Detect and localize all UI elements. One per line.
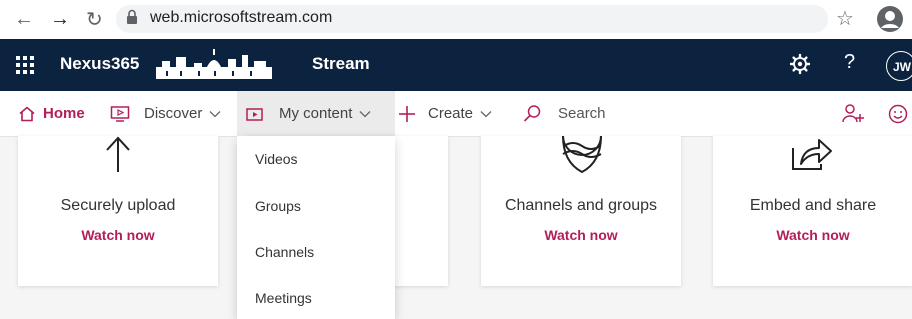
nav-bar: Home Discover My content Create Search <box>0 91 912 137</box>
channels-globe-icon <box>562 136 602 174</box>
upload-arrow-icon <box>106 136 130 172</box>
browser-toolbar: ← → ↻ web.microsoftstream.com ☆ <box>0 0 912 39</box>
card-title: Channels and groups <box>504 197 658 214</box>
org-name: Nexus365 <box>60 54 140 73</box>
watch-now-link[interactable]: Watch now <box>481 227 681 243</box>
app-header: Nexus365 Stream ? JW <box>0 39 912 91</box>
menu-item-channels[interactable]: Channels <box>255 244 314 260</box>
bookmark-star-icon[interactable]: ☆ <box>836 6 854 31</box>
search-icon <box>523 104 541 122</box>
forward-icon[interactable]: → <box>50 6 70 32</box>
menu-item-videos[interactable]: Videos <box>255 151 298 167</box>
org-logo <box>156 49 272 79</box>
user-avatar[interactable]: JW <box>886 51 912 81</box>
menu-item-meetings[interactable]: Meetings <box>255 290 312 306</box>
plus-icon <box>399 105 415 122</box>
nav-home-label: Home <box>43 105 85 122</box>
nav-my-content[interactable]: My content <box>237 91 395 136</box>
settings-gear-icon[interactable] <box>788 52 812 76</box>
card-title: Embed and share <box>749 197 877 214</box>
watch-now-link[interactable]: Watch now <box>18 227 218 243</box>
card-channels-groups[interactable]: Channels and groups Watch now <box>481 136 681 286</box>
add-person-icon[interactable] <box>842 103 864 125</box>
discover-icon <box>110 105 130 122</box>
feedback-smiley-icon[interactable] <box>888 104 908 124</box>
nav-discover[interactable]: Discover <box>110 91 221 136</box>
help-icon[interactable]: ? <box>844 51 855 74</box>
url-text[interactable]: web.microsoftstream.com <box>150 9 332 27</box>
nav-create[interactable]: Create <box>398 91 492 136</box>
nav-discover-label: Discover <box>144 105 203 122</box>
back-icon[interactable]: ← <box>14 6 34 32</box>
chevron-down-icon <box>209 105 221 122</box>
home-icon <box>19 105 35 121</box>
search-input[interactable]: Search <box>558 105 606 122</box>
chevron-down-icon <box>359 105 371 122</box>
share-icon <box>792 139 832 170</box>
profile-icon[interactable] <box>876 5 904 33</box>
nav-home[interactable]: Home <box>18 91 85 136</box>
chevron-down-icon <box>480 105 492 122</box>
nav-create-label: Create <box>428 105 474 122</box>
nav-my-content-label: My content <box>279 105 353 122</box>
card-embed-share[interactable]: Embed and share Watch now <box>713 136 912 286</box>
my-content-icon <box>246 107 263 121</box>
my-content-dropdown: Videos Groups Channels Meetings <box>237 136 395 319</box>
search-box[interactable]: Search <box>522 91 606 136</box>
app-launcher-icon[interactable] <box>16 56 34 74</box>
lock-icon <box>127 9 137 24</box>
card-securely-upload[interactable]: Securely upload Watch now <box>18 136 218 286</box>
menu-item-groups[interactable]: Groups <box>255 198 301 214</box>
card-title: Securely upload <box>60 197 176 214</box>
app-name[interactable]: Stream <box>312 54 370 74</box>
watch-now-link[interactable]: Watch now <box>713 227 912 243</box>
reload-icon[interactable]: ↻ <box>86 7 103 33</box>
